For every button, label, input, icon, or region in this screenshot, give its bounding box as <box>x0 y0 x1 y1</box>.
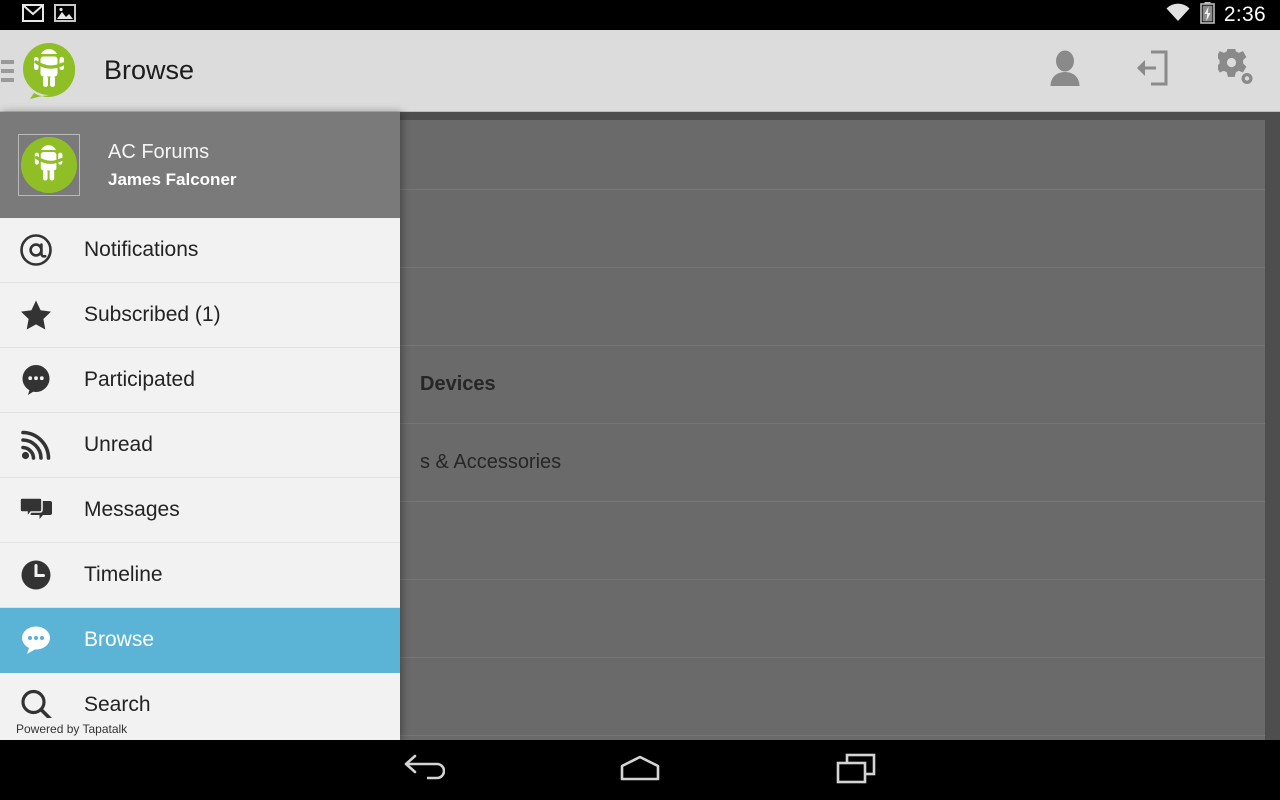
star-icon <box>16 295 56 335</box>
drawer-toggle-button[interactable] <box>0 30 16 112</box>
page-title: Browse <box>104 55 195 85</box>
status-bar: 2:36 <box>0 0 1280 30</box>
logout-icon <box>1132 49 1170 92</box>
logout-button[interactable] <box>1108 30 1194 112</box>
messages-icon <box>16 490 56 530</box>
system-navigation-bar <box>0 740 1280 800</box>
drawer-user-name: James Falconer <box>108 169 237 189</box>
app-logo-icon <box>18 40 80 102</box>
sidebar-item-browse[interactable]: Browse <box>0 608 400 673</box>
sidebar-item-label: Browse <box>84 628 155 651</box>
action-bar-actions <box>1022 30 1280 112</box>
sidebar-item-label: Timeline <box>84 563 163 586</box>
home-button[interactable] <box>532 740 748 800</box>
sidebar-item-subscribed[interactable]: Subscribed (1) <box>0 283 400 348</box>
sidebar-item-label: Notifications <box>84 238 199 261</box>
sidebar-item-notifications[interactable]: Notifications <box>0 218 400 283</box>
android-avatar-icon <box>21 137 77 193</box>
sidebar-item-timeline[interactable]: Timeline <box>0 543 400 608</box>
sidebar-item-label: Subscribed (1) <box>84 303 221 326</box>
sidebar-item-label: Messages <box>84 498 180 521</box>
image-icon <box>54 3 76 27</box>
android-screen: 2:36 Browse Devices s & Accessories AC F… <box>0 0 1280 800</box>
back-icon <box>403 753 446 788</box>
sidebar-item-messages[interactable]: Messages <box>0 478 400 543</box>
status-notification-icons <box>0 3 76 27</box>
powered-by-label: Powered by Tapatalk <box>0 718 400 740</box>
mail-icon <box>22 3 44 27</box>
at-icon <box>16 230 56 270</box>
battery-charging-icon <box>1200 1 1215 29</box>
comment-icon <box>16 360 56 400</box>
home-icon <box>616 753 664 788</box>
drawer-forum-name: AC Forums <box>108 140 210 163</box>
sidebar-item-participated[interactable]: Participated <box>0 348 400 413</box>
drawer-account-text: AC Forums James Falconer <box>108 141 237 190</box>
forum-row-label: s & Accessories <box>420 451 562 473</box>
avatar <box>18 134 80 196</box>
status-clock: 2:36 <box>1223 3 1266 26</box>
sidebar-item-unread[interactable]: Unread <box>0 413 400 478</box>
person-icon <box>1048 50 1082 91</box>
forum-row-label: Devices <box>420 373 496 395</box>
back-button[interactable] <box>316 740 532 800</box>
recents-icon <box>834 752 878 789</box>
sidebar-item-label: Search <box>84 693 151 716</box>
browse-icon <box>16 620 56 660</box>
navigation-drawer: AC Forums James Falconer Notifications S… <box>0 112 400 740</box>
drawer-account-header[interactable]: AC Forums James Falconer <box>0 112 400 218</box>
clock-icon <box>16 555 56 595</box>
settings-button[interactable] <box>1194 30 1280 112</box>
gear-icon <box>1216 46 1256 92</box>
rss-icon <box>16 425 56 465</box>
sidebar-item-label: Participated <box>84 368 195 391</box>
status-system-icons: 2:36 <box>1165 1 1280 29</box>
recents-button[interactable] <box>748 740 964 800</box>
profile-button[interactable] <box>1022 30 1108 112</box>
sidebar-item-label: Unread <box>84 433 153 456</box>
action-bar: Browse <box>0 30 1280 112</box>
wifi-icon <box>1165 3 1191 27</box>
